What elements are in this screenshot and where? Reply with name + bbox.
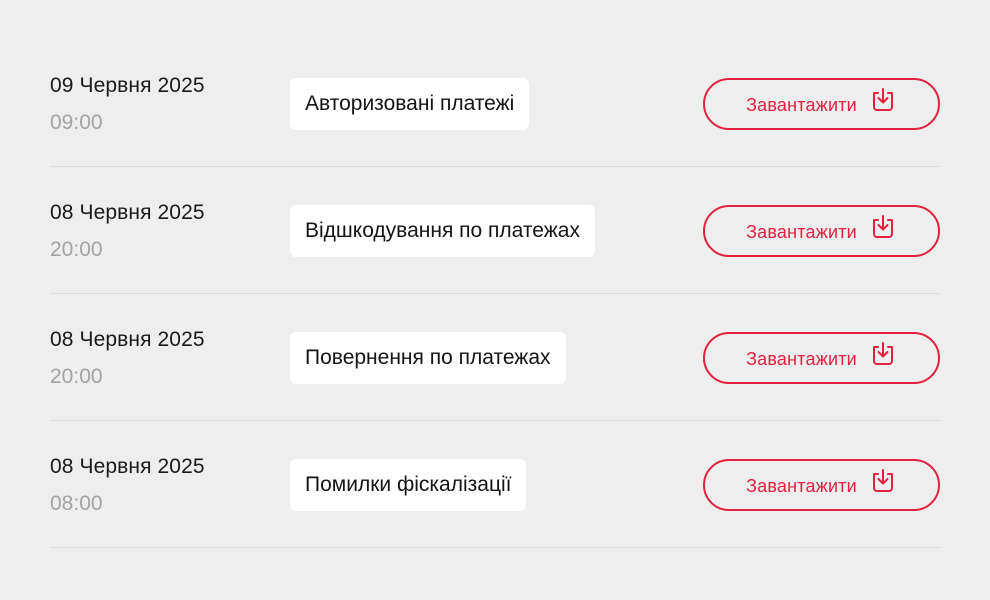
report-title: Авторизовані платежі — [290, 78, 530, 130]
report-time: 20:00 — [50, 365, 103, 388]
download-icon — [872, 88, 893, 111]
report-datetime: 08 Червня 2025 08:00 — [50, 453, 205, 518]
download-button-label: Завантажити — [746, 475, 857, 496]
report-time: 08:00 — [50, 492, 103, 515]
report-title: Помилки фіскалізації — [290, 459, 527, 511]
download-button[interactable]: Завантажити — [703, 78, 940, 130]
report-row: 09 Червня 2025 09:00 Авторизовані платеж… — [50, 40, 940, 167]
report-date: 08 Червня 2025 — [50, 328, 205, 351]
report-datetime: 08 Червня 2025 20:00 — [50, 326, 205, 391]
report-title: Відшкодування по платежах — [290, 205, 595, 257]
report-row: 08 Червня 2025 20:00 Повернення по плате… — [50, 294, 940, 421]
download-button[interactable]: Завантажити — [703, 459, 940, 511]
download-button[interactable]: Завантажити — [703, 205, 940, 257]
report-row: 08 Червня 2025 20:00 Відшкодування по пл… — [50, 167, 940, 294]
download-button-label: Завантажити — [746, 348, 857, 369]
download-button[interactable]: Завантажити — [703, 332, 940, 384]
report-time: 09:00 — [50, 111, 103, 134]
report-datetime: 09 Червня 2025 09:00 — [50, 72, 205, 137]
download-button-label: Завантажити — [746, 221, 857, 242]
download-button-label: Завантажити — [746, 94, 857, 115]
report-title: Повернення по платежах — [290, 332, 566, 384]
reports-list: 09 Червня 2025 09:00 Авторизовані платеж… — [50, 40, 940, 548]
download-icon — [872, 342, 893, 365]
report-date: 09 Червня 2025 — [50, 74, 205, 97]
report-date: 08 Червня 2025 — [50, 201, 205, 224]
report-date: 08 Червня 2025 — [50, 455, 205, 478]
report-row: 08 Червня 2025 08:00 Помилки фіскалізаці… — [50, 421, 940, 548]
report-datetime: 08 Червня 2025 20:00 — [50, 199, 205, 264]
download-icon — [872, 215, 893, 238]
download-icon — [872, 469, 893, 492]
report-time: 20:00 — [50, 238, 103, 261]
